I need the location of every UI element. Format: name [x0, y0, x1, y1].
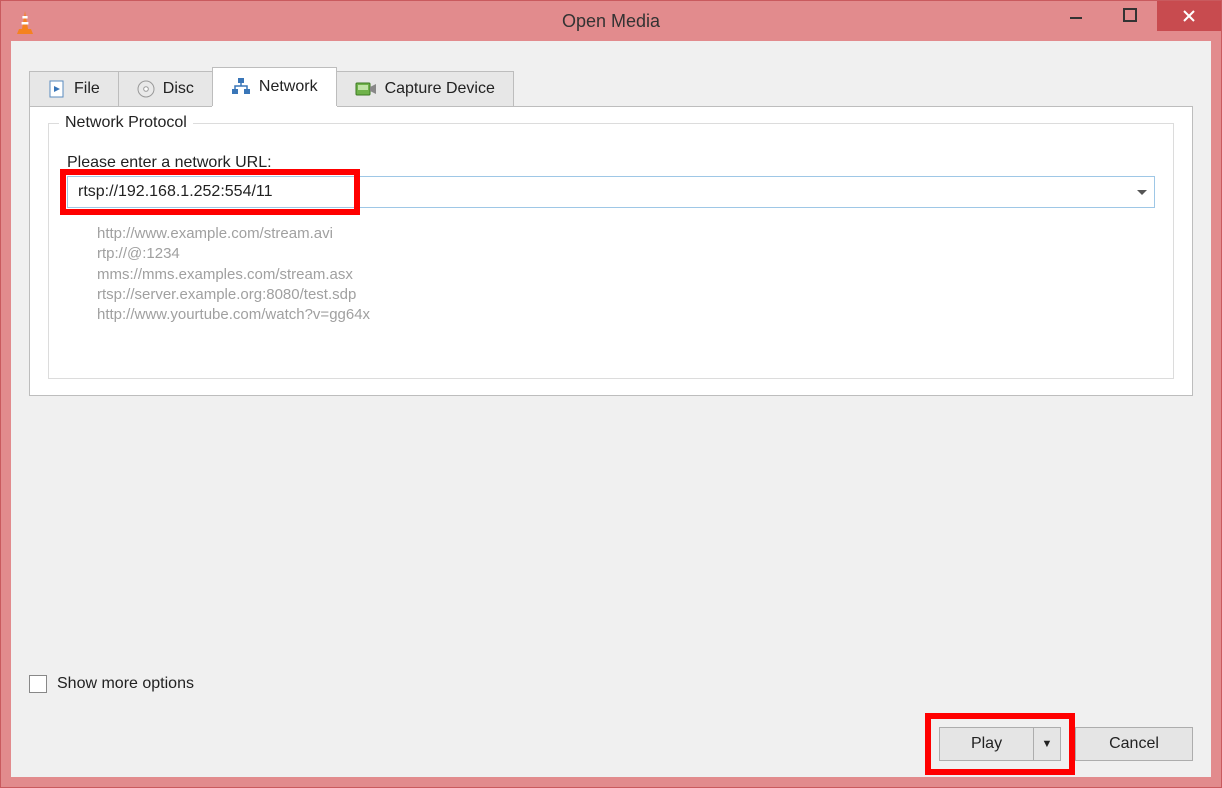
window-title: Open Media	[1, 11, 1221, 32]
network-icon	[231, 78, 251, 96]
network-protocol-group: Network Protocol Please enter a network …	[48, 123, 1174, 379]
play-button-label: Play	[971, 735, 1002, 753]
group-legend: Network Protocol	[59, 114, 193, 132]
url-label: Please enter a network URL:	[67, 154, 1155, 172]
tab-network[interactable]: Network	[212, 67, 337, 106]
open-media-window: Open Media File	[0, 0, 1222, 788]
vlc-cone-icon	[15, 11, 35, 31]
window-controls	[1049, 1, 1221, 31]
tabstrip: File Disc Network	[11, 41, 1211, 106]
show-more-options-label: Show more options	[57, 675, 194, 693]
example-line: mms://mms.examples.com/stream.asx	[97, 265, 1155, 285]
titlebar: Open Media	[1, 1, 1221, 41]
network-tab-page: Network Protocol Please enter a network …	[29, 106, 1193, 396]
close-button[interactable]	[1157, 1, 1221, 31]
disc-icon	[137, 80, 155, 98]
example-line: http://www.example.com/stream.avi	[97, 224, 1155, 244]
example-line: rtp://@:1234	[97, 244, 1155, 264]
capture-device-icon	[355, 80, 377, 98]
tab-network-label: Network	[259, 78, 318, 96]
tab-file-label: File	[74, 80, 100, 98]
maximize-button[interactable]	[1103, 1, 1157, 29]
url-examples: http://www.example.com/stream.avi rtp://…	[97, 224, 1155, 325]
play-button-dropdown[interactable]: ▼	[1034, 738, 1060, 750]
chevron-down-icon	[1137, 185, 1147, 199]
url-input[interactable]	[68, 183, 1130, 201]
example-line: http://www.yourtube.com/watch?v=gg64x	[97, 305, 1155, 325]
show-more-options-checkbox[interactable]	[29, 675, 47, 693]
url-combobox[interactable]	[67, 176, 1155, 208]
combo-dropdown-button[interactable]	[1130, 185, 1154, 199]
tab-capture[interactable]: Capture Device	[336, 71, 514, 106]
dialog-body: File Disc Network	[11, 41, 1211, 777]
play-button[interactable]: Play ▼	[939, 727, 1061, 761]
example-line: rtsp://server.example.org:8080/test.sdp	[97, 285, 1155, 305]
cancel-button[interactable]: Cancel	[1075, 727, 1193, 761]
caret-down-icon: ▼	[1042, 738, 1053, 750]
file-icon	[48, 80, 66, 98]
minimize-button[interactable]	[1049, 1, 1103, 29]
tab-disc-label: Disc	[163, 80, 194, 98]
cancel-button-label: Cancel	[1109, 735, 1159, 753]
tab-disc[interactable]: Disc	[118, 71, 213, 106]
tab-capture-label: Capture Device	[385, 80, 495, 98]
dialog-buttons: Play ▼ Cancel	[29, 727, 1193, 761]
tab-file[interactable]: File	[29, 71, 119, 106]
dialog-bottom: Show more options Play ▼ Cancel	[29, 675, 1193, 761]
show-more-options-row[interactable]: Show more options	[29, 675, 1193, 693]
